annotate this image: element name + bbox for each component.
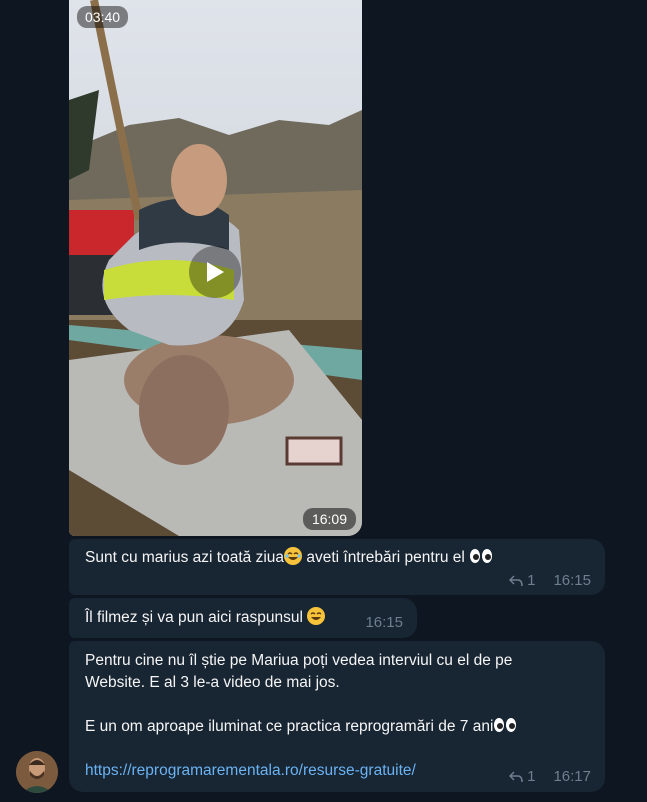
eyes-emoji-icon xyxy=(469,548,493,571)
message-line: Pentru cine nu îl știe pe Mariua poți ve… xyxy=(85,652,513,669)
message-time: 16:15 xyxy=(553,572,591,589)
reply-count[interactable]: 1 xyxy=(509,766,535,788)
resource-link[interactable]: https://reprogramarementala.ro/resurse-g… xyxy=(85,760,416,782)
message-text-part: E un om aproape iluminat ce practica rep… xyxy=(85,718,494,735)
message-bubble[interactable]: Îl filmez și va pun aici raspunsul 16:15 xyxy=(69,598,417,638)
avatar[interactable] xyxy=(16,751,58,793)
video-duration: 03:40 xyxy=(77,6,129,28)
reply-icon xyxy=(509,575,523,587)
reply-icon xyxy=(509,771,523,783)
video-time: 16:09 xyxy=(302,508,356,530)
message-text: Îl filmez și va pun aici raspunsul xyxy=(85,607,326,629)
message-bubble[interactable]: Sunt cu marius azi toată ziua aveti într… xyxy=(69,539,605,595)
play-button[interactable] xyxy=(189,246,241,298)
reply-count-value: 1 xyxy=(527,572,536,589)
message-text-part: aveti întrebări pentru el xyxy=(302,549,470,566)
message-meta: 1 16:15 xyxy=(509,570,591,592)
play-icon xyxy=(207,262,224,282)
message-meta: 1 16:17 xyxy=(509,766,591,788)
message-time: 16:17 xyxy=(553,768,591,785)
reply-count-value: 1 xyxy=(527,768,536,785)
message-bubble[interactable]: Pentru cine nu îl știe pe Mariua poți ve… xyxy=(69,641,605,792)
message-meta: 16:15 xyxy=(365,612,403,634)
message-text-part: Sunt cu marius azi toată ziua xyxy=(85,549,285,566)
message-time: 16:15 xyxy=(365,614,403,631)
reply-count[interactable]: 1 xyxy=(509,570,535,592)
laughing-emoji-icon xyxy=(284,547,303,565)
smiling-emoji-icon xyxy=(307,607,326,625)
message-text: Sunt cu marius azi toată ziua aveti într… xyxy=(85,547,493,571)
message-line: E un om aproape iluminat ce practica rep… xyxy=(85,716,517,740)
video-message[interactable]: 03:40 16:09 xyxy=(69,0,362,536)
message-text-part: Îl filmez și va pun aici raspunsul xyxy=(85,609,308,626)
message-line: Website. E al 3 le-a video de mai jos. xyxy=(85,674,340,691)
eyes-emoji-icon xyxy=(493,717,517,740)
